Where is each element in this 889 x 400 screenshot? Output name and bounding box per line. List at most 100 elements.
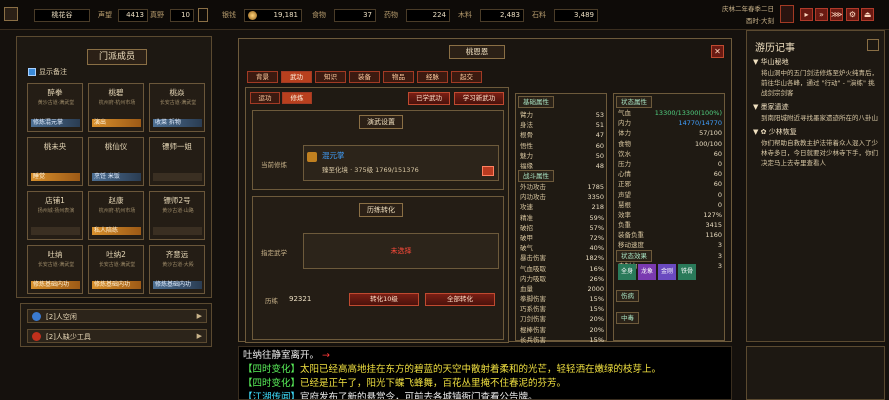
stat-value: 20% (589, 325, 604, 334)
effect-badge[interactable]: 金刚 (658, 264, 676, 280)
stat-row: 声望 0 (618, 190, 722, 200)
settings-button[interactable]: ⚙ (846, 8, 859, 21)
learn-new-skill-button[interactable]: 学习新武功 (454, 92, 504, 105)
chronicle-panel: 游历记事 ▼ 华山秘地 将山洞中的五门剑法修炼至炉火纯青后，前往华山各峰，通过 "… (746, 30, 885, 342)
stat-row: 体力 57/100 (618, 128, 722, 138)
chronicle-entry[interactable]: ▼ ✿ 少林恢复 你们帮助自救教主护法带着众人混入了少林寺多日，今日就要对少林寺下… (753, 127, 881, 168)
show-remarks-label: 显示备注 (39, 68, 67, 76)
speed3-button[interactable]: ⋙ (830, 8, 843, 21)
member-name: 桃仙仪 (104, 142, 128, 151)
stat-value: 50 (595, 151, 604, 160)
stat-value: 26% (589, 274, 604, 283)
poison-title: 中毒 (616, 312, 639, 324)
exit-button[interactable]: ⏏ (861, 8, 874, 21)
tab-1[interactable]: 武功 (281, 71, 312, 83)
stat-value: 15% (589, 305, 604, 314)
expand-icon[interactable] (198, 8, 208, 22)
remove-skill-icon[interactable] (482, 166, 494, 176)
stat-name: 气血 (618, 109, 631, 117)
menu-icon[interactable] (4, 7, 18, 21)
member-card[interactable]: 桃碧 杭州府·杭州市场 演出 (88, 83, 144, 132)
convert-10-button[interactable]: 转化10级 (349, 293, 419, 306)
stat-name: 气血吸取 (520, 264, 546, 273)
member-activity: 修炼基础内功 (153, 281, 202, 289)
member-card[interactable]: 镖师2号 黄沙古道·山路 (149, 191, 205, 240)
member-card[interactable]: 桃仙仪 烹饪 米饭 (88, 137, 144, 186)
stat-value: 51 (595, 121, 604, 130)
current-practice-label: 当前修炼 (261, 161, 287, 169)
effect-badge[interactable]: 龙象 (638, 264, 656, 280)
stat-row: 压力 0 (618, 159, 722, 169)
stat-name: 效率 (618, 210, 631, 219)
stat-name: 长兵伤害 (520, 335, 546, 344)
practice-setting-title: 演武设置 (359, 115, 403, 129)
stat-row: 装备负重 1160 (618, 230, 722, 240)
stat-name: 拳脚伤害 (520, 295, 546, 304)
stat-row: 悟性 60 (520, 141, 604, 151)
skill-progress: 臻至化境 · 375级 1769/151376 (322, 166, 419, 174)
stat-row: 破气 40% (520, 243, 604, 253)
pause-icon[interactable] (780, 5, 794, 23)
exp-label: 历练 (265, 297, 278, 305)
message-log: 吐纳往静室离开。 → 【四时变化】太阳已经高高地挂在东方的碧蓝的天空中散射着柔和的… (238, 346, 732, 400)
member-activity: 收菜 拆物 (153, 119, 202, 127)
member-card[interactable]: 吐纳 长安古道·满武堂 修炼基础内功 (27, 245, 83, 294)
chronicle-entry[interactable]: ▼ 华山秘地 将山洞中的五门剑法修炼至炉火纯青后，前往华山各峰，通过 "行动" -… (753, 57, 881, 98)
speed1-button[interactable]: ▸ (800, 8, 813, 21)
stat-value: 1160 (705, 231, 722, 240)
stat-value: 0 (717, 159, 722, 168)
convert-all-button[interactable]: 全部转化 (425, 293, 495, 306)
chronicle-entry[interactable]: ▼ 墨家遗迹 到南阳城附近寻找墨家遗迹所在的八卦山 (753, 102, 881, 123)
stat-value: 59% (589, 213, 604, 222)
stat-row: 破招 57% (520, 223, 604, 233)
chronicle-toggle-icon[interactable] (867, 39, 879, 51)
member-location: 黄沙古道·山路 (162, 208, 194, 214)
member-card[interactable]: 镖师一姐 (149, 137, 205, 186)
state-stats: 气血 13300/13300(100%) 内力 14770/14770 体力 57/100… (618, 108, 722, 271)
stat-value: 13300/13300(100%) (654, 109, 722, 117)
quest-row-idle[interactable]: [2]人空闲 ▶ (27, 309, 207, 323)
tab-5[interactable]: 经脉 (417, 71, 448, 83)
speed2-button[interactable]: » (815, 8, 828, 21)
tab-0[interactable]: 背景 (247, 71, 278, 83)
skill-area: 运功 修炼 已学武功 学习新武功 演武设置 当前修炼 混元掌 臻至化境 · 37… (245, 87, 509, 343)
stat-row: 负重 3415 (618, 220, 722, 230)
member-card[interactable]: 赵康 杭州府·杭州市场 私人陪练 (88, 191, 144, 240)
effect-badge[interactable]: 铁骨 (678, 264, 696, 280)
member-activity (31, 227, 80, 235)
stat-value: 53 (595, 111, 604, 119)
stat-name: 暴击伤害 (520, 254, 546, 263)
quest-row-tools[interactable]: [2]人缺少工具 ▶ (27, 329, 207, 343)
tab-2[interactable]: 知识 (315, 71, 346, 83)
learned-skills-button[interactable]: 已学武功 (408, 92, 450, 105)
stat-row: 气血吸取 16% (520, 264, 604, 274)
subtab-practice[interactable]: 修炼 (282, 92, 312, 104)
member-card[interactable]: 吐纳2 长安古道·满武堂 修炼基础内功 (88, 245, 144, 294)
tab-4[interactable]: 物品 (383, 71, 414, 83)
member-location: 扬州城·扬州表演 (37, 208, 75, 214)
target-skill-slot[interactable]: 未选择 (303, 233, 499, 269)
resource-label-wood: 木料 (458, 11, 472, 19)
subtab-cultivate[interactable]: 运功 (250, 92, 280, 104)
tab-6[interactable]: 起交 (451, 71, 482, 83)
stat-row: 拳脚伤害 15% (520, 294, 604, 304)
member-card[interactable]: 齐意远 黄沙古道·大殿 修炼基础内功 (149, 245, 205, 294)
skill-card[interactable]: 混元掌 臻至化境 · 375级 1769/151376 (303, 145, 499, 181)
tab-3[interactable]: 装备 (349, 71, 380, 83)
energy-value: 10 (170, 9, 194, 22)
effect-badge[interactable]: 全身 (618, 264, 636, 280)
member-card[interactable]: 店铺1 扬州城·扬州表演 (27, 191, 83, 240)
log-segment: → (319, 350, 330, 361)
warning-icon (32, 332, 41, 341)
stat-row: 气血 13300/13300(100%) (618, 108, 722, 118)
member-card[interactable]: 桃未央 睡觉 (27, 137, 83, 186)
show-remarks-checkbox[interactable] (28, 68, 36, 76)
stat-value: 48 (595, 161, 604, 170)
member-activity (153, 227, 202, 235)
member-card[interactable]: 醉拳 黄沙古道·满武堂 修炼混元掌 (27, 83, 83, 132)
chevron-right-icon: ▶ (196, 312, 202, 320)
log-line: 【四时变化】太阳已经高高地挂在东方的碧蓝的天空中散射着柔和的光芒，轻轻洒在嫩绿的… (243, 363, 729, 377)
stat-value: 57/100 (699, 129, 722, 138)
member-card[interactable]: 桃焱 长安古道·满武堂 收菜 拆物 (149, 83, 205, 132)
close-button[interactable]: ✕ (711, 45, 724, 58)
